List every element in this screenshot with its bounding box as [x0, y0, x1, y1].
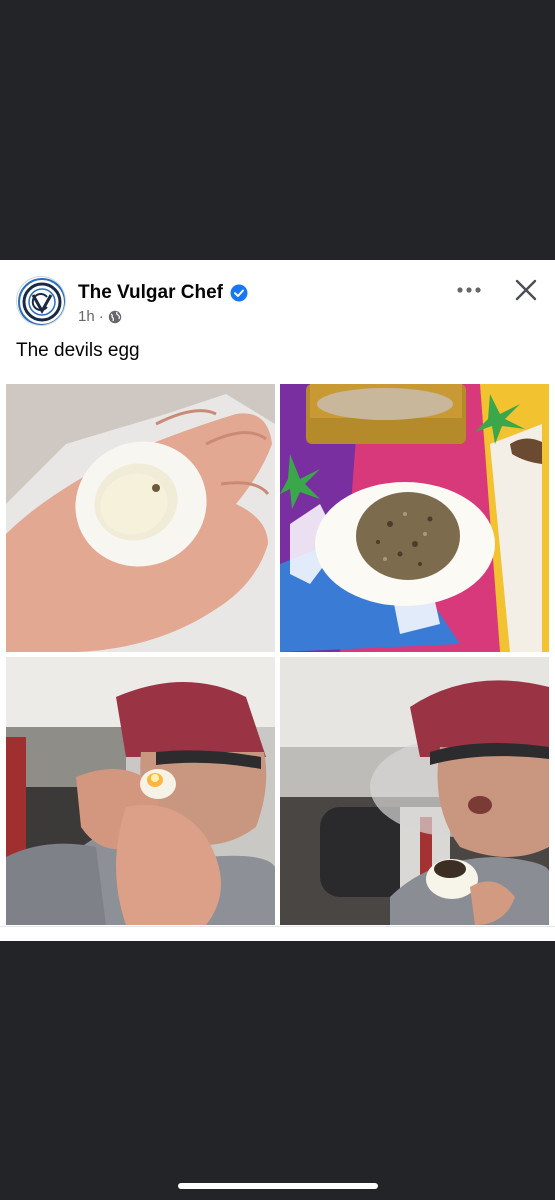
photo-grid [0, 380, 555, 926]
avatar[interactable] [16, 276, 66, 326]
photo-man-exhaling-smoke[interactable] [280, 657, 549, 925]
close-icon [515, 279, 537, 301]
photo-4-illustration [280, 657, 549, 925]
post-footer-divider [0, 926, 555, 941]
post-caption: The devils egg [16, 340, 140, 361]
photo-2-illustration [280, 384, 549, 652]
post-meta: 1h · [78, 308, 122, 325]
photo-egg-filled-with-herb[interactable] [280, 384, 549, 652]
verified-badge-icon [230, 284, 248, 302]
photo-hollowed-egg-in-hand[interactable] [6, 384, 275, 652]
author-name[interactable]: The Vulgar Chef [78, 282, 223, 304]
photo-3-illustration [6, 657, 275, 925]
more-options-button[interactable] [452, 278, 486, 302]
post-card: The Vulgar Chef 1h · The devils egg [0, 260, 555, 941]
home-indicator[interactable] [178, 1183, 378, 1189]
more-options-icon [457, 287, 481, 293]
photo-man-lighting-egg-pipe[interactable] [6, 657, 275, 925]
meta-separator: · [98, 308, 104, 325]
globe-icon [108, 310, 121, 323]
close-button[interactable] [510, 274, 542, 306]
post-timestamp[interactable]: 1h [78, 308, 95, 325]
vulgar-chef-logo-icon [18, 278, 65, 325]
post-header: The Vulgar Chef 1h · [0, 260, 555, 340]
photo-1-illustration [6, 384, 275, 652]
